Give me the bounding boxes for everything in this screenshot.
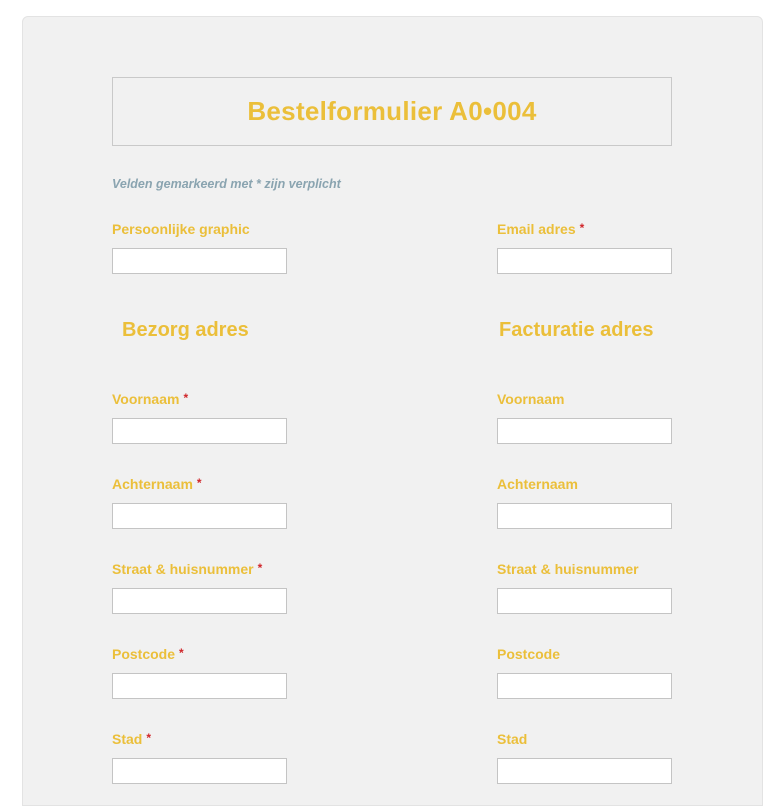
required-marker: * [179,646,184,660]
billing-city-label-text: Stad [497,731,528,747]
form-title: Bestelformulier A0•004 [247,96,537,126]
form-title-box: Bestelformulier A0•004 [112,77,672,146]
shipping-first-name-label-text: Voornaam [112,391,180,407]
required-marker: * [183,391,189,405]
billing-city-input[interactable] [497,758,672,784]
shipping-postcode-label: Postcode * [112,646,184,662]
shipping-city-label-text: Stad [112,731,143,747]
billing-last-name-label: Achternaam [497,476,578,492]
billing-street-input[interactable] [497,588,672,614]
billing-street-label-text: Straat & huisnummer [497,561,639,577]
required-fields-note: Velden gemarkeerd met * zijn verplicht [112,177,341,191]
shipping-last-name-label-text: Achternaam [112,476,193,492]
billing-postcode-label: Postcode [497,646,560,662]
billing-first-name-label: Voornaam [497,391,564,407]
billing-last-name-label-text: Achternaam [497,476,578,492]
shipping-street-label-text: Straat & huisnummer [112,561,254,577]
email-input[interactable] [497,248,672,274]
billing-postcode-label-text: Postcode [497,646,561,662]
graphic-input[interactable] [112,248,287,274]
shipping-street-label: Straat & huisnummer * [112,561,262,577]
shipping-heading: Bezorg adres [122,319,249,341]
required-marker: * [196,476,202,490]
billing-heading: Facturatie adres [499,319,654,341]
required-marker: * [146,731,152,745]
billing-first-name-label-text: Voornaam [497,391,565,407]
shipping-first-name-input[interactable] [112,418,287,444]
billing-street-label: Straat & huisnummer [497,561,639,577]
shipping-first-name-label: Voornaam * [112,391,188,407]
shipping-postcode-label-text: Postcode [112,646,176,662]
billing-last-name-input[interactable] [497,503,672,529]
required-marker: * [257,561,263,575]
shipping-postcode-input[interactable] [112,673,287,699]
graphic-label: Persoonlijke graphic [112,221,250,237]
shipping-city-label: Stad * [112,731,151,747]
shipping-last-name-input[interactable] [112,503,287,529]
graphic-label-text: Persoonlijke graphic [112,221,250,237]
required-marker: * [579,221,585,235]
shipping-city-input[interactable] [112,758,287,784]
billing-city-label: Stad [497,731,527,747]
billing-postcode-input[interactable] [497,673,672,699]
shipping-last-name-label: Achternaam * [112,476,202,492]
shipping-street-input[interactable] [112,588,287,614]
billing-first-name-input[interactable] [497,418,672,444]
email-label: Email adres * [497,221,584,237]
email-label-text: Email adres [497,221,576,237]
